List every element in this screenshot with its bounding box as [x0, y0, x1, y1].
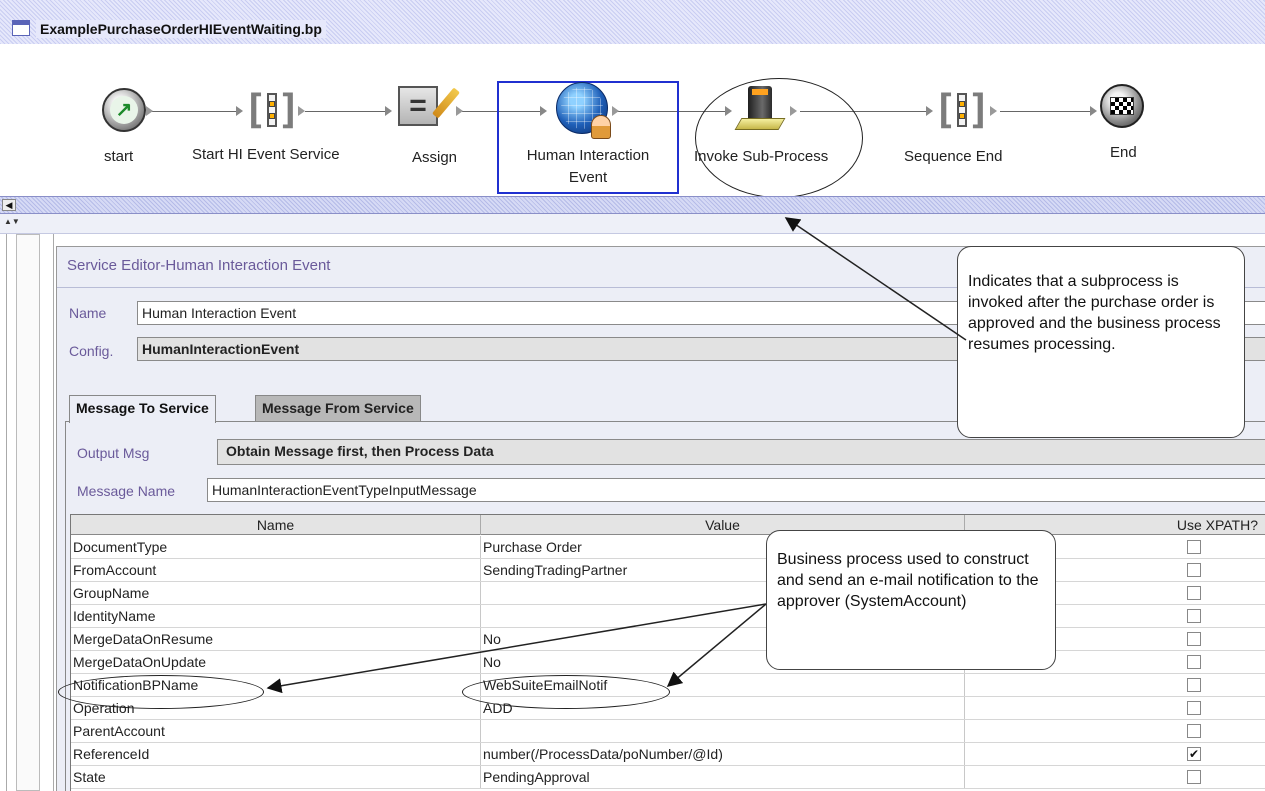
sequence-bracket-icon: [] — [242, 87, 302, 133]
assign-pencil-icon: = — [398, 86, 460, 126]
table-row[interactable]: GroupName — [71, 582, 1265, 605]
cell-name: FromAccount — [71, 559, 481, 581]
cell-name: GroupName — [71, 582, 481, 604]
cell-name: MergeDataOnResume — [71, 628, 481, 650]
table-row[interactable]: MergeDataOnUpdate No — [71, 651, 1265, 674]
connector — [150, 111, 236, 112]
table-row[interactable]: IdentityName — [71, 605, 1265, 628]
use-xpath-checkbox[interactable] — [1187, 540, 1201, 554]
annotation-oval-notification-value — [462, 675, 670, 709]
cell-use-xpath — [965, 697, 1265, 719]
cell-name: ReferenceId — [71, 743, 481, 765]
cell-use-xpath: ✔ — [965, 743, 1265, 765]
connector-arrow — [612, 106, 619, 116]
window-title: ExamplePurchaseOrderHIEventWaiting.bp — [36, 20, 326, 38]
node-label-start-hi-event-service: Start HI Event Service — [192, 146, 340, 163]
connector-arrow — [1090, 106, 1097, 116]
connector-arrow — [456, 106, 463, 116]
panel-splitter[interactable]: ▲▼ — [0, 214, 1265, 234]
output-msg-select[interactable]: Obtain Message first, then Process Data — [217, 439, 1265, 465]
cell-name: State — [71, 766, 481, 788]
node-assign[interactable]: = — [398, 86, 460, 126]
scroll-left-arrow-icon[interactable]: ◀ — [2, 199, 16, 211]
node-start-hi-event-service[interactable]: [] — [242, 87, 302, 133]
process-canvas: ↗ start [] Start HI Event Service = Assi… — [0, 44, 1265, 198]
node-label-human-interaction: Human Interaction — [526, 147, 650, 164]
node-sequence-end[interactable]: [] — [932, 87, 992, 133]
output-msg-label: Output Msg — [77, 445, 150, 461]
cell-value[interactable]: number(/ProcessData/poNumber/@Id) — [481, 743, 965, 765]
use-xpath-checkbox[interactable] — [1187, 724, 1201, 738]
node-label-sequence-end: Sequence End — [904, 148, 1003, 165]
connector-arrow — [385, 106, 392, 116]
cell-use-xpath — [965, 674, 1265, 696]
cell-use-xpath — [965, 720, 1265, 742]
use-xpath-checkbox[interactable] — [1187, 678, 1201, 692]
message-name-field[interactable]: HumanInteractionEventTypeInputMessage — [207, 478, 1265, 502]
callout-subprocess: Indicates that a subprocess is invoked a… — [957, 246, 1245, 438]
node-label-assign: Assign — [412, 149, 458, 166]
table-row[interactable]: FromAccount SendingTradingPartner — [71, 559, 1265, 582]
cell-use-xpath — [965, 766, 1265, 788]
use-xpath-checkbox[interactable] — [1187, 770, 1201, 784]
window-icon — [12, 20, 30, 36]
table-row[interactable]: State PendingApproval — [71, 766, 1265, 789]
tab-message-to-service[interactable]: Message To Service — [69, 395, 216, 423]
cell-name: ParentAccount — [71, 720, 481, 742]
config-label: Config. — [69, 343, 114, 359]
tab-message-from-service[interactable]: Message From Service — [255, 395, 421, 421]
use-xpath-checkbox[interactable]: ✔ — [1187, 747, 1201, 761]
callout-email-notification: Business process used to construct and s… — [766, 530, 1056, 670]
name-label: Name — [69, 305, 107, 321]
table-row[interactable]: DocumentType Purchase Order — [71, 536, 1265, 559]
cell-name: MergeDataOnUpdate — [71, 651, 481, 673]
canvas-horizontal-scrollbar[interactable]: ◀ — [0, 196, 1265, 214]
node-label-end: End — [1110, 144, 1137, 161]
cell-name: DocumentType — [71, 536, 481, 558]
table-header: Name Value Use XPATH? — [71, 515, 1265, 535]
node-label-start: start — [104, 148, 134, 165]
cell-name: IdentityName — [71, 605, 481, 627]
use-xpath-checkbox[interactable] — [1187, 701, 1201, 715]
connector — [305, 111, 385, 112]
cell-value[interactable] — [481, 720, 965, 742]
message-name-label: Message Name — [77, 483, 176, 499]
connector-arrow — [146, 106, 153, 116]
node-end[interactable] — [1100, 84, 1144, 128]
cell-value[interactable]: PendingApproval — [481, 766, 965, 788]
column-header-name[interactable]: Name — [71, 515, 481, 535]
title-bar: ExamplePurchaseOrderHIEventWaiting.bp — [0, 0, 1265, 44]
use-xpath-checkbox[interactable] — [1187, 632, 1201, 646]
globe-person-icon — [556, 82, 611, 139]
use-xpath-checkbox[interactable] — [1187, 655, 1201, 669]
table-row[interactable]: ReferenceId number(/ProcessData/poNumber/… — [71, 743, 1265, 766]
editor-title: Service Editor-Human Interaction Event — [67, 257, 331, 274]
parameters-table: Name Value Use XPATH? DocumentType Purcha… — [70, 514, 1265, 791]
splitter-arrows-icon[interactable]: ▲▼ — [4, 218, 20, 226]
start-run-icon: ↗ — [102, 88, 146, 132]
use-xpath-checkbox[interactable] — [1187, 586, 1201, 600]
annotation-oval-notification-name — [58, 675, 264, 709]
connector — [1000, 111, 1090, 112]
sequence-bracket-icon: [] — [932, 87, 992, 133]
node-label-human-interaction-line2: Event — [568, 169, 608, 186]
gutter-panel — [16, 234, 40, 791]
node-human-interaction-event[interactable] — [556, 82, 611, 139]
use-xpath-checkbox[interactable] — [1187, 563, 1201, 577]
table-row[interactable]: MergeDataOnResume No — [71, 628, 1265, 651]
use-xpath-checkbox[interactable] — [1187, 609, 1201, 623]
connector-arrow — [298, 106, 305, 116]
annotation-oval-invoke — [695, 78, 863, 198]
checkered-flag-icon — [1100, 84, 1144, 128]
node-start[interactable]: ↗ — [102, 88, 146, 132]
connector-arrow — [990, 106, 997, 116]
table-row[interactable]: ParentAccount — [71, 720, 1265, 743]
